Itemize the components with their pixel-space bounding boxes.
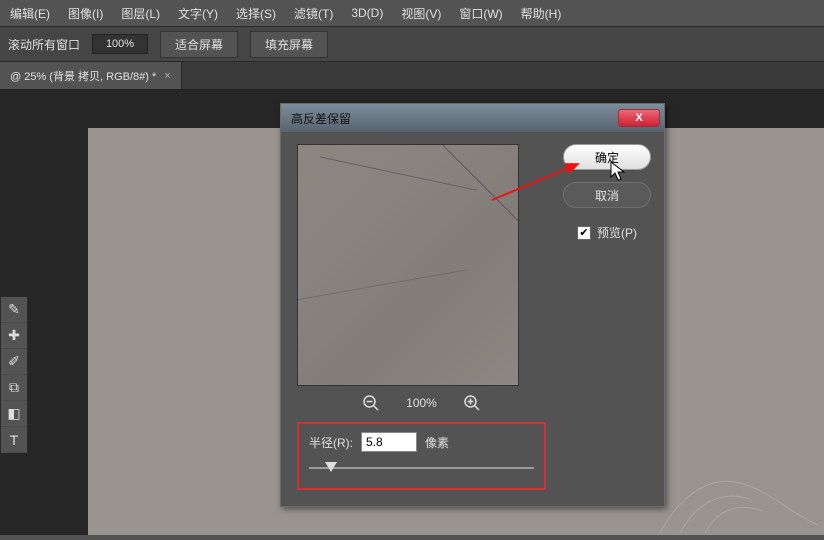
brush-tool-icon[interactable]: ✐ bbox=[1, 349, 27, 375]
menu-bar: 编辑(E) 图像(I) 图层(L) 文字(Y) 选择(S) 滤镜(T) 3D(D… bbox=[0, 0, 824, 26]
menu-layer[interactable]: 图层(L) bbox=[121, 5, 160, 22]
radius-unit: 像素 bbox=[425, 434, 449, 451]
zoom-out-icon[interactable] bbox=[362, 394, 380, 412]
fill-screen-button[interactable]: 填充屏幕 bbox=[250, 31, 328, 58]
preview-checkbox[interactable]: ✔ bbox=[577, 226, 591, 240]
menu-3d[interactable]: 3D(D) bbox=[351, 6, 383, 20]
canvas-content bbox=[650, 455, 820, 535]
cancel-button[interactable]: 取消 bbox=[563, 182, 651, 208]
preview-zoom-value: 100% bbox=[406, 396, 437, 410]
high-pass-dialog: 高反差保留 X 100% 半径(R): 像素 bbox=[280, 103, 665, 507]
menu-select[interactable]: 选择(S) bbox=[236, 5, 276, 22]
eyedropper-tool-icon[interactable]: ✎ bbox=[1, 297, 27, 323]
document-tab[interactable]: @ 25% (背景 拷贝, RGB/8#) * × bbox=[0, 62, 182, 89]
menu-image[interactable]: 图像(I) bbox=[68, 5, 103, 22]
menu-window[interactable]: 窗口(W) bbox=[459, 5, 502, 22]
gradient-tool-icon[interactable]: ◧ bbox=[1, 401, 27, 427]
options-bar: 滚动所有窗口 100% 适合屏幕 填充屏幕 bbox=[0, 26, 824, 62]
menu-view[interactable]: 视图(V) bbox=[401, 5, 441, 22]
stamp-tool-icon[interactable]: ⧉ bbox=[1, 375, 27, 401]
radius-label: 半径(R): bbox=[309, 434, 353, 451]
close-tab-icon[interactable]: × bbox=[164, 70, 170, 82]
ok-button[interactable]: 确定 bbox=[563, 144, 651, 170]
dialog-close-button[interactable]: X bbox=[618, 109, 660, 127]
preview-checkbox-label: 预览(P) bbox=[597, 224, 637, 241]
tools-panel: ✎ ✚ ✐ ⧉ ◧ T bbox=[0, 296, 28, 454]
zoom-in-icon[interactable] bbox=[463, 394, 481, 412]
fit-screen-button[interactable]: 适合屏幕 bbox=[160, 31, 238, 58]
zoom-field[interactable]: 100% bbox=[92, 34, 148, 54]
healing-tool-icon[interactable]: ✚ bbox=[1, 323, 27, 349]
radius-parameter-group: 半径(R): 像素 bbox=[297, 422, 546, 490]
radius-input[interactable] bbox=[361, 432, 417, 452]
dialog-title: 高反差保留 bbox=[291, 110, 351, 127]
document-tab-title: @ 25% (背景 拷贝, RGB/8#) * bbox=[10, 68, 156, 84]
radius-slider[interactable] bbox=[309, 462, 534, 474]
scroll-all-label: 滚动所有窗口 bbox=[8, 36, 80, 53]
menu-type[interactable]: 文字(Y) bbox=[178, 5, 218, 22]
menu-filter[interactable]: 滤镜(T) bbox=[294, 5, 333, 22]
type-tool-icon[interactable]: T bbox=[1, 427, 27, 453]
document-tabstrip: @ 25% (背景 拷贝, RGB/8#) * × bbox=[0, 62, 824, 90]
preview-image[interactable] bbox=[297, 144, 519, 386]
dialog-titlebar[interactable]: 高反差保留 X bbox=[281, 104, 664, 132]
menu-edit[interactable]: 编辑(E) bbox=[10, 5, 50, 22]
menu-help[interactable]: 帮助(H) bbox=[521, 5, 562, 22]
